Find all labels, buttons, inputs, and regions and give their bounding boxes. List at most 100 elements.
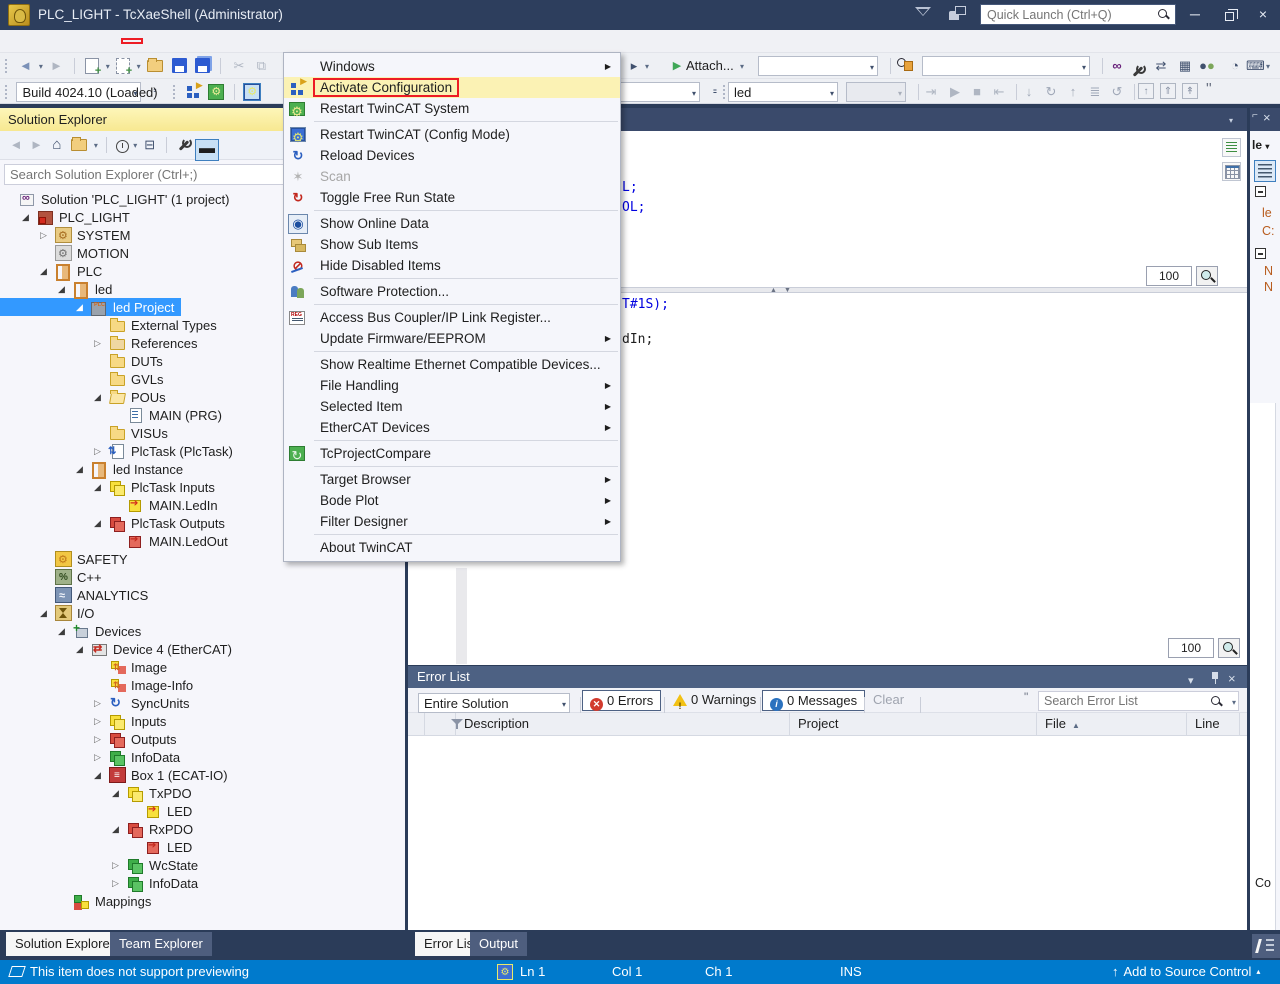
team-icon[interactable]: ●● [1198,57,1216,75]
menu-item[interactable]: Selected Item ▶ [284,396,620,417]
menu-item[interactable]: Windows ▶ [284,56,620,77]
step-out-icon[interactable]: ↑ [1064,83,1082,101]
expander-icon[interactable] [94,518,109,529]
tree-item[interactable]: Image-Info [0,676,200,694]
tree-item[interactable]: PlcTask Outputs [0,514,232,532]
chevron-down-icon[interactable]: ▾ [94,141,98,150]
plc-logout-icon[interactable]: ⇤ [990,83,1008,101]
menu-bar-item[interactable] [222,39,242,43]
tree-item[interactable]: Outputs [0,730,184,748]
tree-item[interactable]: MAIN (PRG) [0,406,229,424]
expander-icon[interactable] [94,338,109,349]
vs-purple-icon[interactable]: ∞ [1108,57,1126,75]
zoom-magnifier-icon[interactable] [1196,266,1218,286]
menu-bar-item[interactable] [2,39,22,43]
add-to-source-control-button[interactable]: ↑Add to Source Control▴ [1112,964,1260,979]
expander-icon[interactable] [58,626,73,637]
expander-icon[interactable] [94,482,109,493]
menu-item[interactable]: Filter Designer ▶ [284,511,620,532]
open-file-icon[interactable] [147,60,163,72]
tree-item[interactable]: SyncUnits [0,694,197,712]
expander-icon[interactable] [40,608,55,619]
menu-bar-item[interactable] [22,39,42,43]
tree-item[interactable]: C++ [0,568,109,586]
forward-icon[interactable]: ► [28,136,44,154]
tree-item[interactable]: DUTs [0,352,170,370]
column-line[interactable]: Line [1187,713,1240,736]
tab-team-explorer[interactable]: Team Explorer [110,932,212,956]
tree-item[interactable]: SAFETY [0,550,135,568]
find-combo[interactable]: ▾ [922,56,1090,76]
menu-item[interactable]: Update Firmware/EEPROM ▶ [284,328,620,349]
copy-icon[interactable]: ⧉ [252,57,270,75]
tree-item[interactable]: Inputs [0,712,173,730]
toolbar-grip[interactable] [722,84,727,100]
zoom-magnifier-icon[interactable] [1218,638,1240,658]
step-into-icon[interactable]: ↓ [1020,83,1038,101]
tree-item[interactable]: PlcTask (PlcTask) [0,442,240,460]
warnings-filter-button[interactable]: 0 Warnings [666,690,763,711]
tree-item[interactable]: POUs [0,388,173,406]
toolbar-overflow-icon[interactable]: " [1206,81,1212,99]
menu-bar-item[interactable] [142,39,162,43]
properties-wrench-icon[interactable] [176,137,192,153]
plc-start-icon[interactable]: ▶ [946,83,964,101]
menu-item[interactable]: ↻ Toggle Free Run State [284,187,620,208]
tree-item[interactable]: LED [0,802,199,820]
menu-item[interactable]: File Handling ▶ [284,375,620,396]
tree-item[interactable]: RxPDO [0,820,200,838]
errors-filter-button[interactable]: ✕0 Errors [582,690,661,711]
menu-bar-item[interactable] [242,39,262,43]
close-icon[interactable]: × [1228,668,1236,690]
attach-button[interactable]: Attach... [686,58,734,73]
tree-item[interactable]: Box 1 (ECAT-IO) [0,766,235,784]
toolbar-grip[interactable] [172,84,177,100]
new-project-icon[interactable] [85,58,99,74]
column-file[interactable]: File▲ [1037,713,1187,736]
expander-icon[interactable] [94,734,109,745]
menu-item[interactable]: ↻ TcProjectCompare [284,443,620,464]
chevron-down-icon[interactable]: ▾ [39,62,43,71]
tree-item[interactable]: Mappings [0,892,158,910]
chevron-down-icon[interactable]: ▾ [1232,698,1236,707]
menu-bar-item[interactable] [262,39,282,43]
toolbar-grip[interactable] [4,84,9,100]
clear-button[interactable]: Clear [866,690,911,711]
tree-item[interactable]: led Project [0,298,181,316]
menu-item[interactable]: ⊘ Hide Disabled Items [284,255,620,276]
pin-icon[interactable] [1210,672,1220,684]
toolbar-overflow-icon[interactable]: " [1024,690,1028,704]
expander-icon[interactable] [76,302,91,313]
tree-item[interactable]: led Instance [0,460,190,478]
restart-icon[interactable]: ↺ [1108,83,1126,101]
add-item-icon[interactable] [116,58,130,74]
plc-stop-icon[interactable]: ■ [968,83,986,101]
toolbar-overflow-icon[interactable]: ▸ [625,57,643,75]
menu-item[interactable]: Target Browser ▶ [284,469,620,490]
chevron-down-icon[interactable]: ▾ [645,62,649,71]
chevron-down-icon[interactable]: ▾ [106,62,110,71]
tab-solution-explorer[interactable]: Solution Explorer [6,932,123,956]
expander-icon[interactable] [76,464,91,475]
tree-item[interactable]: ANALYTICS [0,586,155,604]
twincat-runtime-icon[interactable]: ⚙ [497,964,513,980]
menu-bar-item[interactable] [102,39,122,43]
tree-item[interactable]: InfoData [0,748,187,766]
categorize-icon[interactable] [1254,160,1276,182]
collapsed-panel-tab[interactable] [1252,934,1280,958]
tree-item[interactable]: Image [0,658,174,676]
tree-item[interactable]: Devices [0,622,148,640]
menu-item[interactable]: Software Protection... [284,281,620,302]
navigate-back-icon[interactable]: ◄ [16,57,34,75]
plc-port-combo[interactable]: ▾ [846,82,906,102]
twincat-help-icon[interactable]: ◔ [1226,57,1244,75]
expander-icon[interactable] [112,878,127,889]
plc-login-icon[interactable]: ⇥ [922,83,940,101]
menu-item[interactable]: Activate Configuration [284,77,620,98]
column-selector[interactable] [408,713,425,736]
build-config-combo[interactable]: Build 4024.10 (Loaded)▾ [16,82,141,102]
back-icon[interactable]: ◄ [8,136,24,154]
attach-run-icon[interactable]: ▶ [668,57,686,75]
expander-icon[interactable] [94,716,109,727]
menu-bar-item[interactable] [122,39,142,43]
